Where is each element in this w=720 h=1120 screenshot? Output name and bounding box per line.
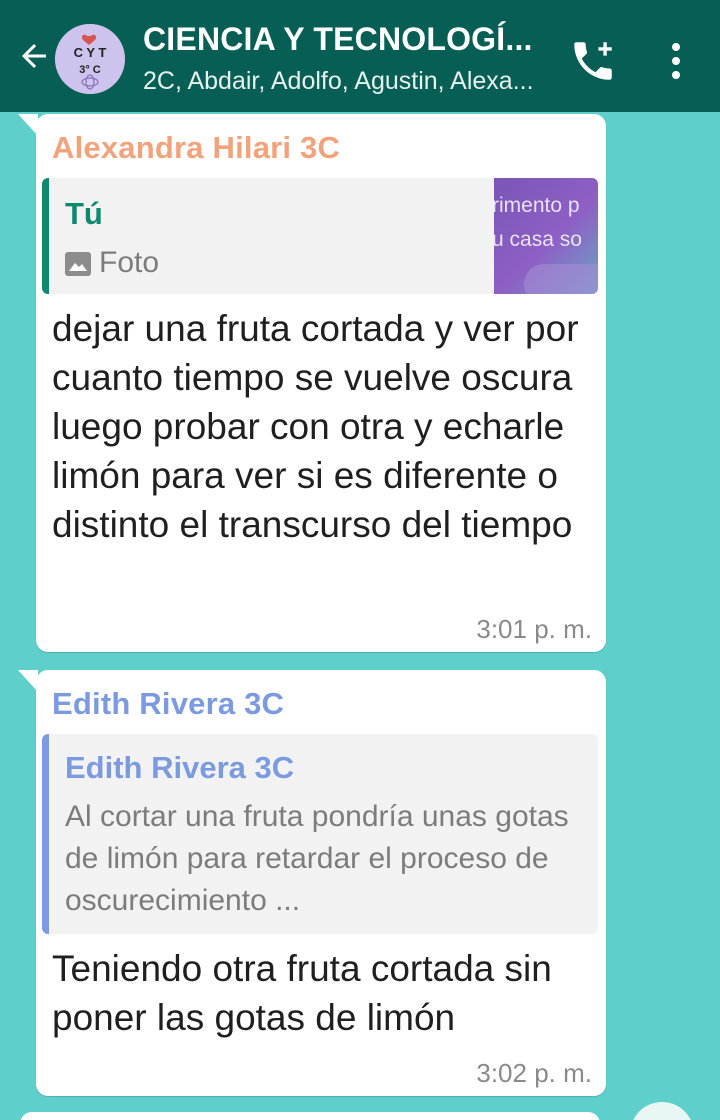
message-bubble[interactable]: Alexandra Hilari 3C Tú Foto rimento p u … [18, 114, 606, 652]
photo-icon [65, 252, 91, 277]
svg-text:3° C: 3° C [79, 64, 101, 76]
quoted-photo-label: Foto [65, 242, 159, 284]
next-message-bubble [20, 1112, 600, 1120]
bubble-tail [18, 114, 38, 136]
message-time: 3:02 p. m. [476, 1058, 592, 1088]
group-logo: C Y T 3° C [55, 24, 125, 94]
quoted-message[interactable]: Edith Rivera 3C Al cortar una fruta pond… [42, 734, 598, 934]
add-call-icon [574, 42, 612, 80]
quoted-author: Edith Rivera 3C [65, 750, 295, 785]
photo-label-text: Foto [99, 246, 160, 279]
arrow-left-icon [22, 44, 46, 68]
thumbnail-text-line: u casa so [494, 228, 582, 251]
message-text: dejar una fruta cortada y ver por cuanto… [52, 308, 579, 545]
chat-header: C Y T 3° C CIENCIA Y TECNOLOGÍ... 2C, Ab… [0, 0, 720, 112]
more-vert-icon-dot [672, 71, 680, 79]
message-bubble[interactable]: Edith Rivera 3C Edith Rivera 3C Al corta… [18, 670, 606, 1096]
message-sender: Alexandra Hilari 3C [52, 130, 341, 165]
quoted-text: Al cortar una fruta pondría unas gotas d… [65, 800, 569, 917]
quoted-message[interactable]: Tú Foto rimento p u casa so [42, 178, 598, 294]
quoted-photo-thumbnail: rimento p u casa so [494, 178, 598, 294]
add-call-button[interactable] [568, 36, 618, 86]
thumbnail-shape [524, 264, 598, 294]
chat-title-area[interactable]: CIENCIA Y TECNOLOGÍ... 2C, Abdair, Adolf… [143, 20, 563, 96]
message-sender: Edith Rivera 3C [52, 686, 285, 721]
svg-text:C Y T: C Y T [74, 45, 107, 60]
scroll-down-button[interactable] [630, 1102, 694, 1120]
thumbnail-text-line: rimento p [494, 194, 580, 217]
more-options-button[interactable] [656, 36, 696, 86]
chat-participants: 2C, Abdair, Adolfo, Agustin, Alexa... [143, 67, 534, 95]
group-avatar[interactable]: C Y T 3° C [55, 24, 125, 94]
more-vert-icon-dot [672, 57, 680, 65]
chat-title: CIENCIA Y TECNOLOGÍ... [143, 21, 533, 57]
more-vert-icon [672, 43, 680, 51]
message-text: Teniendo otra fruta cortada sin poner la… [52, 948, 552, 1038]
quoted-author: Tú [65, 196, 103, 231]
bubble-tail [18, 670, 38, 692]
message-time: 3:01 p. m. [476, 614, 592, 644]
back-button[interactable] [12, 34, 56, 78]
